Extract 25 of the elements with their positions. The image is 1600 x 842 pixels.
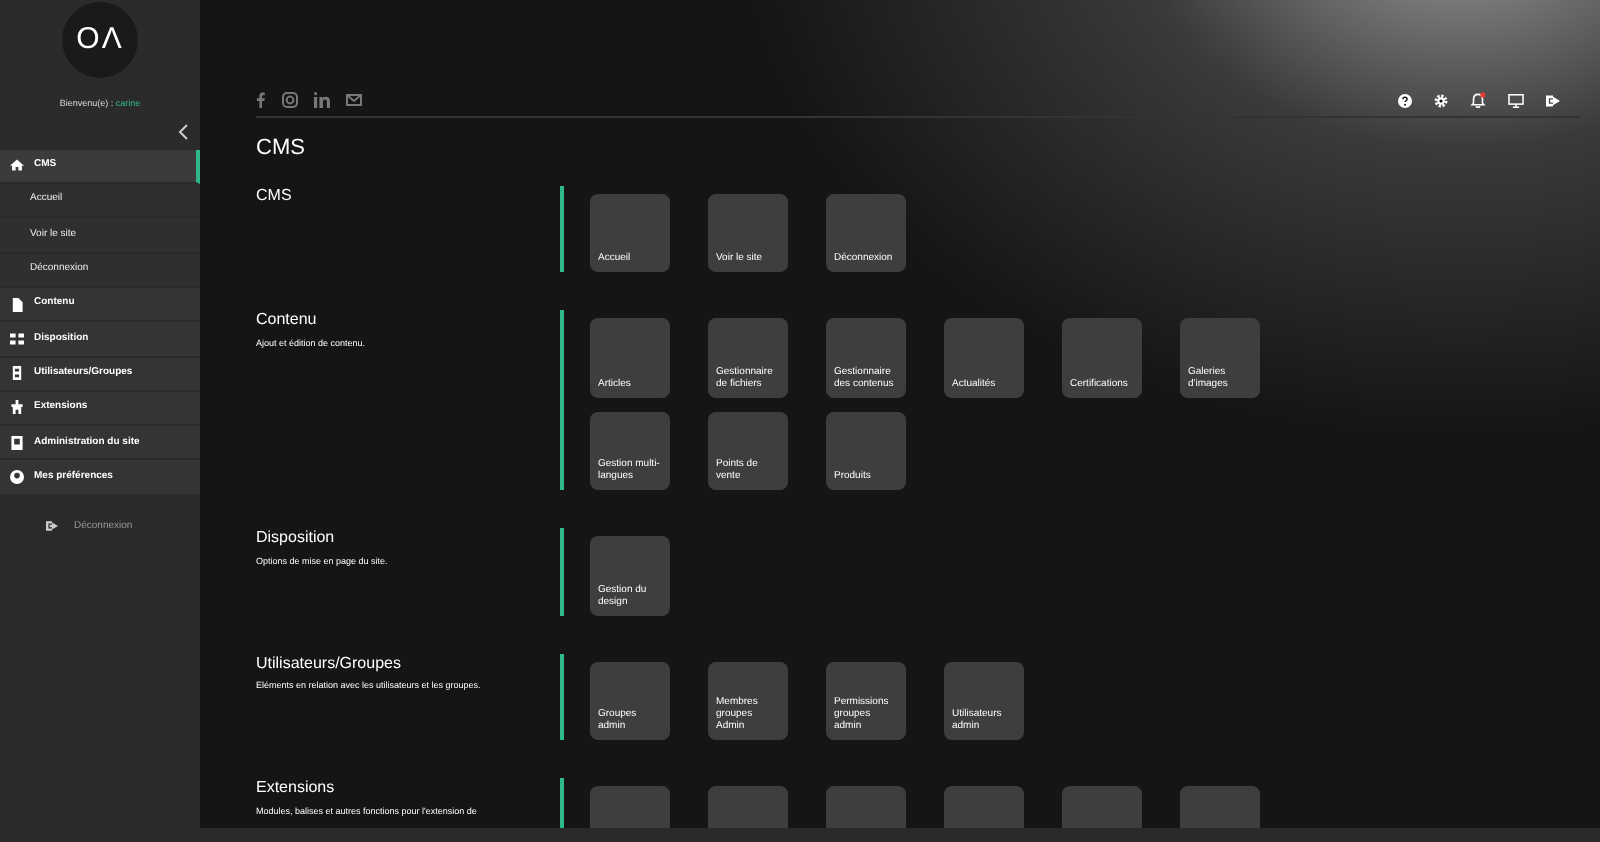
grid-icon: [10, 331, 24, 346]
panel-icon: [10, 435, 24, 450]
linkedin-icon[interactable]: [314, 92, 330, 108]
notification-bell-icon[interactable]: [1470, 92, 1486, 108]
home-icon: [10, 158, 24, 173]
list-icon: [10, 366, 24, 381]
logout-icon[interactable]: [1546, 93, 1560, 107]
logout-icon: [46, 520, 58, 533]
plug-icon: [10, 400, 24, 415]
instagram-icon[interactable]: [282, 92, 298, 108]
document-icon: [10, 297, 24, 312]
mail-icon[interactable]: [346, 94, 362, 106]
settings-icon[interactable]: [1434, 93, 1448, 107]
section-title: Contenu: [256, 310, 319, 330]
collapse-chevron-icon[interactable]: [178, 123, 188, 140]
logo: OΛ: [62, 2, 138, 78]
section-title: CMS: [256, 185, 294, 205]
section-title: Extensions: [256, 778, 337, 798]
section-title: Utilisateurs/Groupes: [256, 653, 403, 673]
facebook-icon[interactable]: [256, 92, 266, 108]
user-icon: [10, 470, 24, 485]
monitor-icon[interactable]: [1508, 93, 1524, 107]
section-title: Disposition: [256, 528, 337, 548]
page-title: CMS: [256, 134, 307, 164]
help-icon[interactable]: [1398, 93, 1412, 107]
